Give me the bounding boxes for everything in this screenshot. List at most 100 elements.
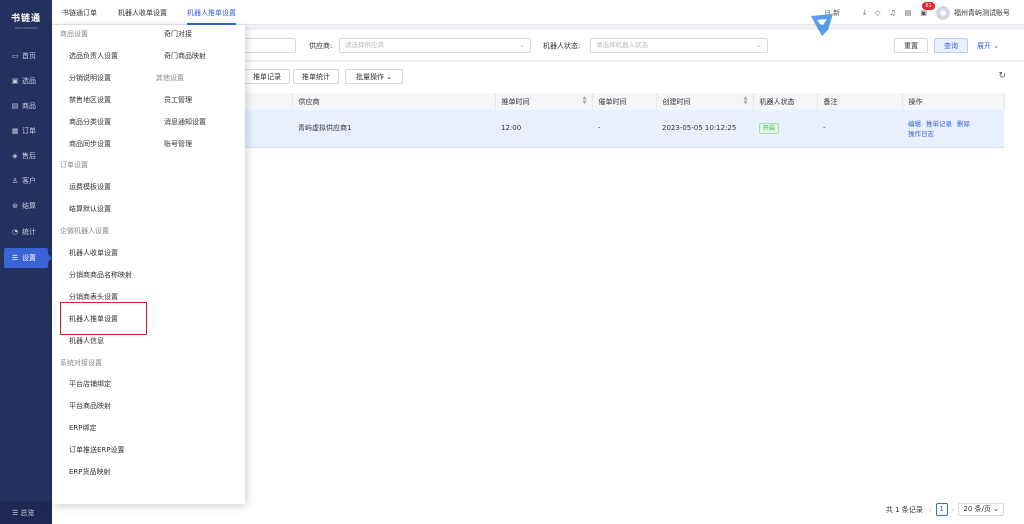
sidebar-item-label: 设置 (22, 254, 36, 262)
chevron-down-icon: ⌄ (756, 41, 762, 49)
home-icon: ▭ (11, 52, 19, 60)
menu-item[interactable]: 奇门对接 (164, 29, 192, 39)
sidebar-item-label: 客户 (22, 177, 36, 185)
bell-icon[interactable]: ▣ 81 (920, 1, 935, 17)
settlement-icon: ⊛ (12, 202, 18, 210)
menu-item[interactable]: 消息通知设置 (164, 117, 206, 127)
sidebar-item-settlement[interactable]: ⊛ 结算 (4, 196, 48, 216)
menu-item[interactable]: 商品分类设置 (69, 117, 111, 127)
pagination: 共 1 条记录 ‹ 1 › 20 条/页 ⌄ (886, 503, 1004, 516)
search-button[interactable]: 查询 (934, 38, 968, 53)
supplier-select[interactable]: 请选择供应商 ⌄ (339, 38, 531, 53)
sidebar-item-label: 首页 (22, 52, 36, 60)
avatar[interactable]: ● (936, 5, 950, 20)
sidebar-item-statistics[interactable]: ◔ 统计 (4, 222, 48, 242)
created-header-label: 创建时间 (662, 97, 691, 106)
actions-cell: 编辑 推单记录 删除操作日志 (902, 110, 1004, 148)
menu-group-heading: 其他设置 (156, 73, 184, 82)
menu-item[interactable]: 平台商品映射 (69, 401, 111, 411)
menu-item[interactable]: ERP货品映射 (69, 467, 111, 477)
highlight-box (60, 302, 147, 335)
diamond-icon[interactable]: ◇ (875, 9, 880, 17)
menu-item[interactable]: 账号管理 (164, 139, 192, 149)
menu-item[interactable]: 机器人信息 (69, 336, 104, 346)
push-record-link[interactable]: 推单记录 (926, 120, 952, 128)
push-records-button[interactable]: 推单记录 (244, 69, 290, 84)
sidebar-item-selection[interactable]: ▣ 选品 (4, 71, 48, 91)
menu-item[interactable]: 员工管理 (164, 95, 192, 105)
sidebar-item-home[interactable]: ▭ 首页 (4, 46, 48, 66)
account-name[interactable]: 福州青屿测试账号 (954, 8, 1010, 18)
menu-item[interactable]: 平台店铺绑定 (69, 379, 111, 389)
sidebar-item-label: 结算 (22, 202, 36, 210)
overview-button[interactable]: ☰ 总览 (0, 502, 52, 524)
urge-time-cell: - (592, 110, 656, 148)
document-icon[interactable]: ▤ (905, 9, 912, 17)
sidebar-item-label: 商品 (22, 102, 36, 110)
remark-cell: - (817, 110, 902, 148)
menu-item[interactable]: 分销商表头设置 (69, 292, 118, 302)
push-time-cell: 12:00 (495, 110, 592, 148)
after-sales-icon: ◈ (12, 152, 18, 160)
brand-logo[interactable]: 书链通 SHULIANTONG (0, 0, 52, 40)
customers-icon: ♙ (11, 177, 19, 185)
headset-icon[interactable]: ♫ (889, 9, 895, 17)
menu-item[interactable]: 奇门商品映射 (164, 51, 206, 61)
expand-button[interactable]: 展开 ⌄ (977, 41, 999, 51)
reset-button[interactable]: 重置 (894, 38, 928, 53)
tab-robot-push-settings[interactable]: 机器人推单设置 (187, 0, 236, 25)
column-header-push-time[interactable]: 推单时间 ▲ ▼ (495, 93, 593, 110)
robot-status-placeholder: 请选择机器人状态 (596, 41, 648, 49)
menu-item[interactable]: 分销商商品名称映射 (69, 270, 132, 280)
menu-item[interactable]: 运费模板设置 (69, 182, 111, 192)
menu-group-heading: 企微机器人设置 (60, 227, 109, 236)
sidebar-item-settings[interactable]: ☰ 设置 (4, 248, 52, 268)
delete-link[interactable]: 删除 (957, 120, 970, 128)
column-header-urge-time: 催单时间 (592, 93, 657, 110)
robot-status-label: 机器人状态: (543, 42, 581, 50)
menu-item[interactable]: 订单推送ERP设置 (69, 445, 125, 455)
sidebar-item-products[interactable]: ▤ 商品 (4, 96, 48, 116)
tab-shulian-orders[interactable]: 书链通订单 (62, 0, 97, 25)
brand-tagline: SHULIANTONG (15, 25, 37, 30)
download-icon[interactable]: ⤓ (863, 8, 866, 17)
batch-actions-label: 批量操作 (355, 72, 384, 81)
refresh-icon[interactable]: ↻ (998, 71, 1006, 81)
created-time-cell: 2023-05-05 10:12:25 (656, 110, 753, 148)
edit-link[interactable]: 编辑 (908, 120, 921, 128)
menu-group-heading: 商品设置 (60, 30, 88, 38)
push-stats-button[interactable]: 推单统计 (293, 69, 339, 84)
top-right-tools: ⊟ 新 ⤓ ◇ ♫ ▤ ▣ 81 ● 福州青屿测试账号 (825, 0, 1024, 25)
sort-icon[interactable]: ▲ ▼ (744, 96, 748, 106)
menu-item[interactable]: 选品负责人设置 (69, 51, 118, 61)
menu-item[interactable]: 商品同步设置 (69, 139, 111, 149)
notification-badge: 81 (922, 1, 935, 10)
push-time-header-label: 推单时间 (501, 97, 530, 106)
sidebar-item-label: 订单 (22, 127, 36, 135)
sidebar-item-after-sales[interactable]: ◈ 售后 (4, 146, 48, 166)
supplier-placeholder: 请选择供应商 (345, 41, 384, 49)
sidebar-item-label: 统计 (22, 228, 36, 236)
batch-actions-button[interactable]: 批量操作 ⌄ (345, 69, 403, 84)
column-header-actions: 操作 (902, 93, 1005, 110)
page-number[interactable]: 1 (935, 503, 948, 516)
statistics-icon: ◔ (11, 228, 19, 236)
brand-name: 书链通 (10, 13, 41, 24)
text-filter-input[interactable] (242, 38, 296, 53)
orders-icon: ▦ (11, 127, 19, 135)
operation-log-link[interactable]: 操作日志 (908, 130, 934, 138)
menu-item[interactable]: ERP绑定 (69, 423, 97, 433)
page-size-select[interactable]: 20 条/页 ⌄ (958, 503, 1004, 516)
menu-item[interactable]: 禁售地区设置 (69, 95, 111, 105)
robot-status-select[interactable]: 请选择机器人状态 ⌄ (590, 38, 768, 53)
sidebar-item-customers[interactable]: ♙ 客户 (4, 171, 48, 191)
next-page-icon[interactable]: › (952, 506, 955, 514)
column-header-created[interactable]: 创建时间 ▲ ▼ (656, 93, 754, 110)
menu-item[interactable]: 机器人收单设置 (69, 248, 118, 258)
tab-robot-receive-settings[interactable]: 机器人收单设置 (118, 0, 167, 25)
menu-item[interactable]: 结算默认设置 (69, 204, 111, 214)
sidebar-item-orders[interactable]: ▦ 订单 (4, 121, 48, 141)
sort-icon[interactable]: ▲ ▼ (583, 96, 587, 106)
menu-item[interactable]: 分销说明设置 (69, 73, 111, 83)
prev-page-icon[interactable]: ‹ (929, 506, 932, 514)
